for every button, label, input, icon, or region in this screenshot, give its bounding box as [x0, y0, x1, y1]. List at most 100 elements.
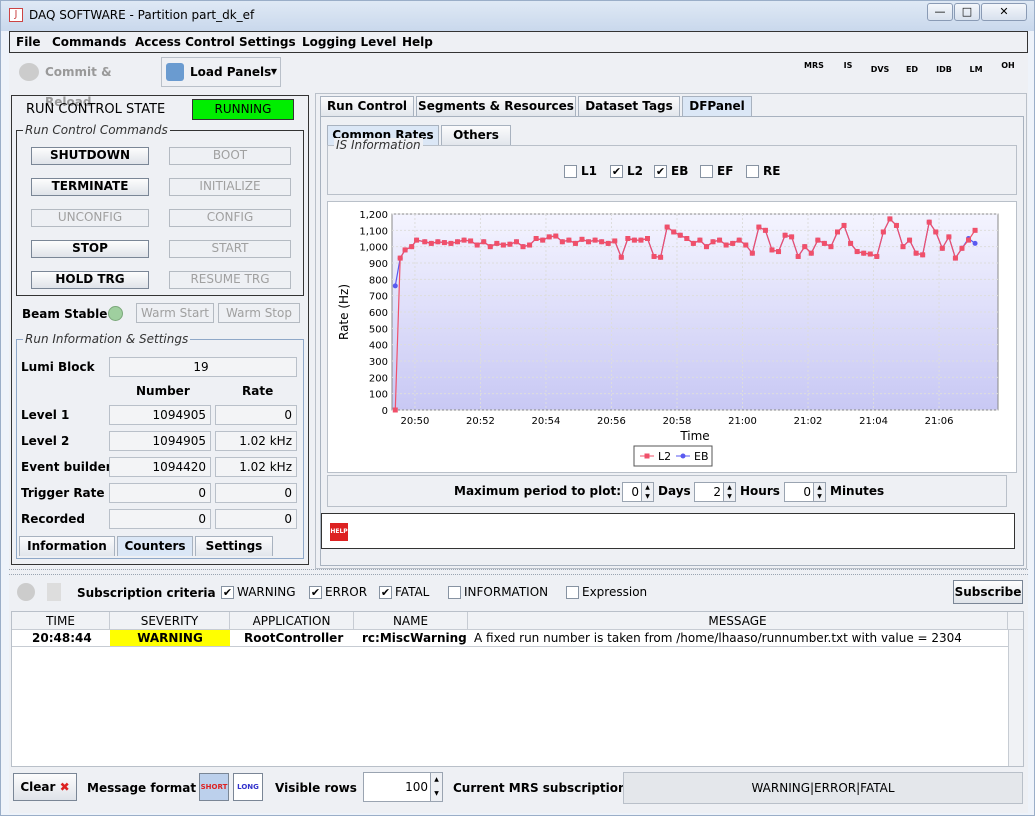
tab-information[interactable]: Information — [19, 536, 115, 556]
data-point-l2 — [972, 227, 978, 233]
menu-settings[interactable]: Settings — [239, 35, 296, 49]
number-header: Number — [136, 384, 190, 398]
split-divider[interactable] — [9, 569, 1028, 575]
table-row[interactable]: 20:48:44 WARNING RootController rc:MiscW… — [12, 630, 1008, 647]
menu-access-control[interactable]: Access Control — [135, 35, 235, 49]
mrs-icon[interactable]: MRS — [803, 61, 825, 83]
data-point-l2 — [559, 239, 565, 245]
menu-commands[interactable]: Commands — [52, 35, 126, 49]
commands-title: Run Control Commands — [23, 123, 170, 137]
data-point-l2 — [808, 250, 814, 256]
lumi-block-value: 19 — [109, 357, 297, 377]
minimize-button[interactable]: — — [927, 3, 953, 21]
col-time[interactable]: TIME — [12, 612, 110, 630]
col-application[interactable]: APPLICATION — [230, 612, 354, 630]
data-point-l2 — [612, 238, 618, 244]
start-button[interactable]: START — [169, 240, 291, 258]
re-checkbox[interactable] — [746, 165, 759, 178]
data-point-l2 — [677, 232, 683, 238]
lm-icon[interactable]: LM — [965, 65, 987, 87]
data-point-l2 — [821, 240, 827, 246]
help-icon[interactable]: HELP — [330, 523, 348, 541]
eb-checkbox[interactable]: ✔ — [654, 165, 667, 178]
tab-dfpanel[interactable]: DFPanel — [682, 96, 752, 116]
col-name[interactable]: NAME — [354, 612, 468, 630]
spinner-arrows-icon[interactable]: ▲ ▼ — [813, 483, 825, 501]
ed-icon[interactable]: ED — [901, 65, 923, 87]
settings-icon[interactable] — [17, 583, 35, 601]
unconfig-button[interactable]: UNCONFIG — [31, 209, 149, 227]
l2-checkbox[interactable]: ✔ — [610, 165, 623, 178]
menu-file[interactable]: File — [16, 35, 41, 49]
data-point-l2 — [631, 237, 637, 243]
maximize-button[interactable]: □ — [954, 3, 980, 21]
data-point-l2 — [533, 236, 539, 241]
data-point-l2 — [926, 219, 932, 225]
days-spinner[interactable]: 0 ▲ ▼ — [622, 482, 654, 502]
tab-others[interactable]: Others — [441, 125, 511, 145]
error-checkbox[interactable]: ✔ — [309, 586, 322, 599]
row-label: Recorded — [21, 512, 85, 526]
data-point-l2 — [893, 222, 899, 228]
is-icon[interactable]: IS — [837, 61, 859, 83]
data-point-l2 — [939, 245, 945, 251]
l1-checkbox[interactable] — [564, 165, 577, 178]
tab-run-control[interactable]: Run Control — [320, 96, 414, 116]
initialize-button[interactable]: INITIALIZE — [169, 178, 291, 196]
reload-icon — [19, 63, 39, 81]
visible-rows-spinner[interactable]: 100 ▲ ▼ — [363, 772, 443, 802]
long-format-button[interactable]: LONG — [233, 773, 263, 801]
dvs-icon[interactable]: DVS — [869, 65, 891, 87]
vertical-scrollbar[interactable] — [1008, 630, 1023, 766]
short-format-button[interactable]: SHORT — [199, 773, 229, 801]
tab-settings[interactable]: Settings — [195, 536, 273, 556]
subscribe-button[interactable]: Subscribe — [953, 580, 1023, 604]
idb-icon[interactable]: IDB — [933, 65, 955, 87]
warning-label: WARNING — [237, 585, 296, 599]
table-header: TIME SEVERITY APPLICATION NAME MESSAGE — [12, 612, 1023, 630]
menu-help[interactable]: Help — [402, 35, 433, 49]
subscription-label: Subscription criteria — [77, 586, 216, 600]
tab-segments[interactable]: Segments & Resources — [416, 96, 576, 116]
minutes-spinner[interactable]: 0 ▲ ▼ — [784, 482, 826, 502]
col-message[interactable]: MESSAGE — [468, 612, 1008, 630]
data-point-l2 — [455, 239, 461, 245]
terminate-button[interactable]: TERMINATE — [31, 178, 149, 196]
oh-icon[interactable]: OH — [997, 61, 1019, 83]
boot-button[interactable]: BOOT — [169, 147, 291, 165]
col-severity[interactable]: SEVERITY — [110, 612, 230, 630]
data-point-l2 — [782, 232, 788, 238]
warm-stop-button[interactable]: Warm Stop — [218, 303, 300, 323]
data-point-l2 — [730, 240, 736, 246]
warning-checkbox[interactable]: ✔ — [221, 586, 234, 599]
config-button[interactable]: CONFIG — [169, 209, 291, 227]
beam-stable-led — [108, 306, 123, 321]
warm-start-button[interactable]: Warm Start — [136, 303, 214, 323]
resume-trg-button[interactable]: RESUME TRG — [169, 271, 291, 289]
fatal-checkbox[interactable]: ✔ — [379, 586, 392, 599]
load-panels-button[interactable]: Load Panels ▼ — [161, 57, 281, 87]
tab-counters[interactable]: Counters — [117, 536, 193, 556]
stop-button[interactable]: STOP — [31, 240, 149, 258]
spinner-arrows-icon[interactable]: ▲ ▼ — [430, 773, 442, 801]
commit-reload-button[interactable]: Commit & Reload — [13, 57, 155, 109]
close-button[interactable]: ✕ — [981, 3, 1027, 21]
shutdown-button[interactable]: SHUTDOWN — [31, 147, 149, 165]
clear-button[interactable]: Clear ✖ — [13, 773, 77, 801]
ef-checkbox[interactable] — [700, 165, 713, 178]
information-checkbox[interactable] — [448, 586, 461, 599]
hours-spinner[interactable]: 2 ▲ ▼ — [694, 482, 736, 502]
legend-label-eb: EB — [694, 450, 709, 463]
hold-trg-button[interactable]: HOLD TRG — [31, 271, 149, 289]
spinner-arrows-icon[interactable]: ▲ ▼ — [641, 483, 653, 501]
row-rate: 0 — [215, 405, 297, 425]
filter-icon[interactable] — [47, 583, 61, 601]
expression-checkbox[interactable] — [566, 586, 579, 599]
tab-dataset-tags[interactable]: Dataset Tags — [578, 96, 680, 116]
y-tick-label: 1,100 — [359, 226, 388, 237]
data-point-l2 — [474, 242, 480, 248]
spinner-arrows-icon[interactable]: ▲ ▼ — [723, 483, 735, 501]
app-cell: RootController — [244, 631, 344, 645]
menu-logging-level[interactable]: Logging Level — [302, 35, 396, 49]
data-point-l2 — [867, 251, 873, 257]
